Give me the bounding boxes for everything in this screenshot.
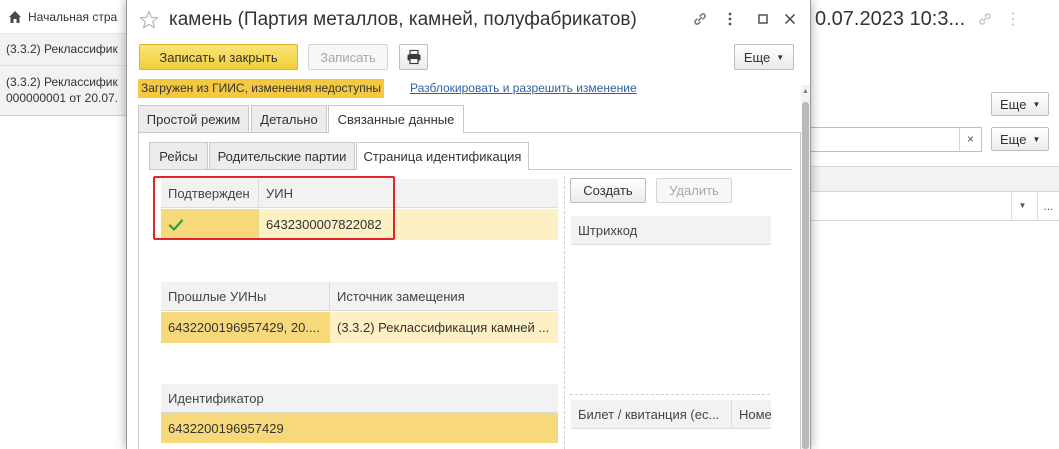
- column-header-number[interactable]: Номе: [731, 400, 771, 428]
- more-actions-icon[interactable]: ⋮: [1005, 9, 1022, 29]
- background-more-button[interactable]: Еще ▼: [991, 127, 1050, 151]
- home-tab[interactable]: Начальная стра: [0, 0, 126, 34]
- identifier-table-header: Идентификатор: [161, 384, 558, 413]
- replacement-source-cell[interactable]: (3.3.2) Реклассификация камней ...: [329, 312, 558, 343]
- dialog-title: камень (Партия металлов, камней, полуфаб…: [169, 9, 637, 30]
- link-icon[interactable]: [692, 11, 708, 27]
- clear-icon[interactable]: ×: [959, 128, 981, 151]
- save-button[interactable]: Записать: [308, 44, 388, 70]
- background-more-label: Еще: [1000, 131, 1027, 147]
- background-more-button[interactable]: Еще ▼: [991, 92, 1050, 116]
- caret-down-icon: ▼: [1032, 99, 1041, 109]
- column-divider: [564, 176, 565, 449]
- open-window-item[interactable]: (3.3.2) Реклассифик 000000001 от 20.07.: [0, 66, 126, 116]
- tab-related-data[interactable]: Связанные данные: [328, 105, 464, 133]
- create-button[interactable]: Создать: [570, 178, 646, 203]
- column-header-replacement-source[interactable]: Источник замещения: [329, 282, 558, 310]
- delete-button[interactable]: Удалить: [656, 178, 732, 203]
- tab-divider: [149, 169, 356, 170]
- background-document-title: 0.07.2023 10:3...: [815, 8, 966, 30]
- background-left-panel: Начальная стра (3.3.2) Реклассифик (3.3.…: [0, 0, 126, 449]
- column-header-ticket[interactable]: Билет / квитанция (ес...: [571, 400, 731, 428]
- past-uins-table-header: Прошлые УИНы Источник замещения: [161, 282, 558, 311]
- barcode-table-header: Штрихкод: [571, 216, 771, 245]
- unlock-link[interactable]: Разблокировать и разрешить изменение: [410, 81, 637, 95]
- section-divider: [570, 394, 770, 395]
- maximize-icon[interactable]: [755, 11, 771, 27]
- ticket-table-header: Билет / квитанция (ес... Номе: [571, 400, 771, 429]
- identifier-cell[interactable]: 6432200196957429: [161, 413, 558, 443]
- background-search-input[interactable]: ×: [810, 127, 982, 152]
- print-icon: [407, 49, 420, 65]
- open-window-item-title: (3.3.2) Реклассифик: [6, 75, 118, 89]
- read-only-notice: Загружен из ГИИС, изменения недоступны: [138, 79, 384, 98]
- subtab-parent-batches[interactable]: Родительские партии: [209, 142, 355, 169]
- print-button[interactable]: [399, 44, 428, 70]
- table-row[interactable]: 6432200196957429: [161, 413, 558, 443]
- caret-down-icon: ▼: [1032, 134, 1041, 144]
- open-window-item-number: 000000001 от 20.07.: [6, 91, 119, 105]
- dropdown-icon[interactable]: ▼: [1011, 193, 1033, 220]
- column-header-identifier[interactable]: Идентификатор: [161, 384, 558, 412]
- close-icon[interactable]: [782, 11, 798, 27]
- save-and-close-button[interactable]: Записать и закрыть: [139, 44, 298, 70]
- subtab-identification-page[interactable]: Страница идентификация: [356, 142, 529, 170]
- subtab-flights[interactable]: Рейсы: [149, 142, 208, 169]
- more-actions-icon[interactable]: [722, 11, 738, 27]
- more-button-label: Еще: [743, 49, 771, 65]
- more-button[interactable]: Еще ▼: [734, 44, 794, 70]
- past-uins-cell[interactable]: 6432200196957429, 20....: [161, 312, 329, 343]
- caret-down-icon: ▼: [776, 52, 785, 62]
- open-window-item[interactable]: (3.3.2) Реклассифик: [0, 34, 126, 66]
- dialog-window: камень (Партия металлов, камней, полуфаб…: [126, 0, 811, 449]
- home-tab-label: Начальная стра: [28, 9, 118, 24]
- column-header-past-uins[interactable]: Прошлые УИНы: [161, 282, 329, 310]
- tab-simple-mode[interactable]: Простой режим: [138, 105, 249, 132]
- background-filter-field[interactable]: ▼ ...: [810, 193, 1059, 221]
- tab-detailed[interactable]: Детально: [251, 105, 327, 132]
- home-icon: [9, 10, 21, 23]
- background-more-label: Еще: [1000, 96, 1027, 112]
- link-icon[interactable]: [977, 11, 993, 27]
- select-more-button[interactable]: ...: [1037, 193, 1059, 220]
- table-row[interactable]: 6432200196957429, 20.... (3.3.2) Рекласс…: [161, 312, 558, 343]
- scroll-up-icon[interactable]: ▲: [802, 88, 809, 95]
- highlight-annotation: [153, 176, 395, 240]
- column-header-barcode[interactable]: Штрихкод: [571, 216, 771, 244]
- favorite-star-icon[interactable]: [139, 10, 159, 30]
- vertical-scrollbar[interactable]: ▲: [801, 85, 810, 449]
- background-document-window: [810, 0, 1059, 449]
- tab-divider: [529, 169, 792, 170]
- scrollbar-thumb[interactable]: [802, 102, 809, 449]
- background-table-header: [810, 166, 1059, 192]
